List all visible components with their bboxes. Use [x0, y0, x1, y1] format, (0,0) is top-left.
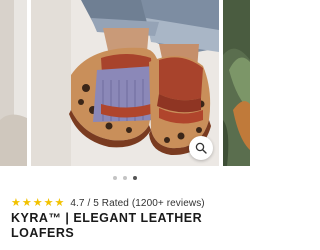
search-icon	[195, 142, 207, 154]
star-icon: ★	[43, 196, 54, 209]
product-image-gallery[interactable]	[0, 0, 250, 166]
star-icon: ★	[21, 196, 32, 209]
product-rating[interactable]: ★ ★ ★ ★ ★ 4.7 / 5 Rated (1200+ reviews)	[11, 196, 205, 210]
star-icon: ★	[54, 196, 65, 209]
gallery-pagination	[0, 174, 250, 182]
product-title: KYRA™ | ELEGANT LEATHER LOAFERS	[11, 211, 203, 240]
star-icon: ★	[11, 196, 21, 209]
gallery-slide-next[interactable]	[223, 0, 250, 166]
pagination-dot-active[interactable]	[133, 176, 137, 180]
pagination-dot[interactable]	[113, 176, 117, 180]
star-icon: ★	[32, 196, 43, 209]
zoom-button[interactable]	[189, 136, 213, 160]
pagination-dot[interactable]	[123, 176, 127, 180]
gallery-slide-previous[interactable]	[0, 0, 27, 166]
rating-stars: ★ ★ ★ ★ ★	[11, 196, 65, 209]
rating-summary: 4.7 / 5 Rated (1200+ reviews)	[70, 197, 205, 209]
